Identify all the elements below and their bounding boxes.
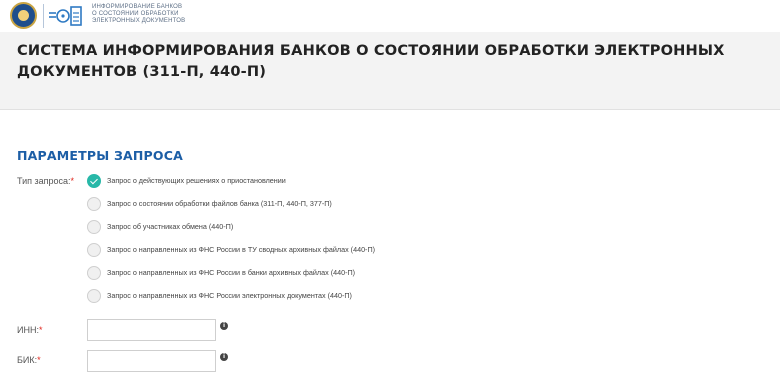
document-status-icon: [49, 6, 82, 26]
request-type-label-text: Тип запроса:: [17, 176, 71, 186]
logo-divider: [43, 4, 44, 28]
request-type-label: Тип запроса:*: [17, 176, 74, 186]
header-logo-bar: ИНФОРМИРОВАНИЕ БАНКОВ О СОСТОЯНИИ ОБРАБО…: [0, 0, 780, 32]
radio-unchecked-icon[interactable]: [87, 266, 101, 280]
radio-option-label: Запрос о состоянии обработки файлов банк…: [107, 199, 332, 208]
inn-label-text: ИНН:: [17, 325, 39, 335]
bik-input[interactable]: [87, 350, 216, 372]
bik-label: БИК:*: [17, 355, 41, 365]
required-marker: *: [38, 325, 43, 335]
section-title: ПАРАМЕТРЫ ЗАПРОСА: [17, 148, 183, 163]
emblem-center: [18, 10, 29, 21]
radio-option-label: Запрос о действующих решениях о приостан…: [107, 176, 286, 185]
info-icon[interactable]: i: [220, 322, 228, 330]
logo-line: ЭЛЕКТРОННЫХ ДОКУМЕНТОВ: [92, 18, 186, 24]
radio-unchecked-icon[interactable]: [87, 220, 101, 234]
radio-unchecked-icon[interactable]: [87, 289, 101, 303]
required-marker: *: [70, 176, 75, 186]
info-icon[interactable]: i: [220, 353, 228, 361]
bik-label-text: БИК:: [17, 355, 38, 365]
required-marker: *: [37, 355, 41, 365]
check-icon: [90, 176, 98, 185]
radio-option-label: Запрос о направленных из ФНС России в ТУ…: [107, 245, 376, 254]
logo-caption: ИНФОРМИРОВАНИЕ БАНКОВ О СОСТОЯНИИ ОБРАБО…: [92, 4, 185, 25]
inn-label: ИНН:*: [17, 325, 42, 335]
inn-input[interactable]: [87, 319, 216, 341]
logo-line: ИНФОРМИРОВАНИЕ БАНКОВ: [92, 4, 183, 10]
radio-unchecked-icon[interactable]: [87, 197, 101, 211]
radio-option-label: Запрос о направленных из ФНС России в ба…: [107, 268, 356, 277]
radio-checked-icon[interactable]: [87, 174, 101, 188]
radio-option-label: Запрос о направленных из ФНС России элек…: [107, 291, 352, 300]
page-title: СИСТЕМА ИНФОРМИРОВАНИЯ БАНКОВ О СОСТОЯНИ…: [17, 42, 725, 80]
radio-option-label: Запрос об участниках обмена (440-П): [107, 222, 234, 231]
radio-unchecked-icon[interactable]: [87, 243, 101, 257]
title-banner: СИСТЕМА ИНФОРМИРОВАНИЯ БАНКОВ О СОСТОЯНИ…: [0, 32, 780, 110]
logo-line: О СОСТОЯНИИ ОБРАБОТКИ: [92, 11, 179, 17]
fns-emblem-icon: [10, 2, 37, 29]
